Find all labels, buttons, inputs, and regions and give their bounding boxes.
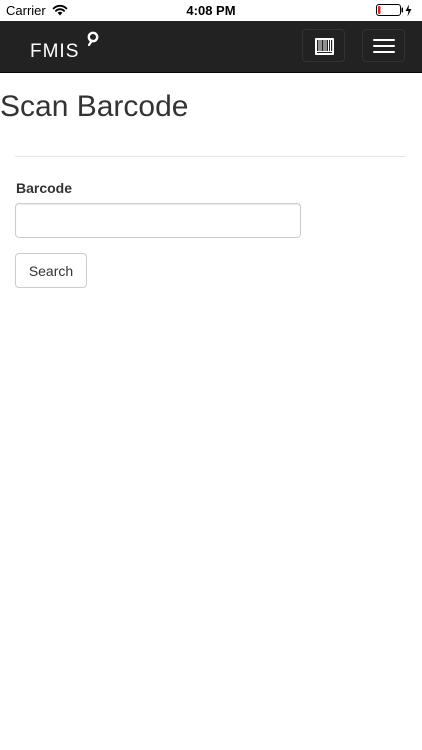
- barcode-label: Barcode: [16, 180, 73, 196]
- page-title: Scan Barcode: [0, 90, 189, 123]
- barcode-scan-button[interactable]: [302, 29, 345, 62]
- search-button[interactable]: Search: [15, 253, 87, 288]
- divider: [15, 156, 406, 157]
- battery-low-charging-icon: [376, 4, 416, 17]
- status-bar: Carrier 4:08 PM: [0, 0, 422, 21]
- barcode-input[interactable]: [15, 203, 301, 238]
- top-navbar: FMIS: [0, 21, 422, 73]
- fmis-logo[interactable]: FMIS: [30, 31, 102, 63]
- logo-text: FMIS: [30, 41, 80, 62]
- barcode-icon: [315, 38, 334, 55]
- logo-mark-icon: [87, 31, 99, 47]
- status-time: 4:08 PM: [186, 3, 236, 18]
- menu-toggle-button[interactable]: [362, 29, 405, 62]
